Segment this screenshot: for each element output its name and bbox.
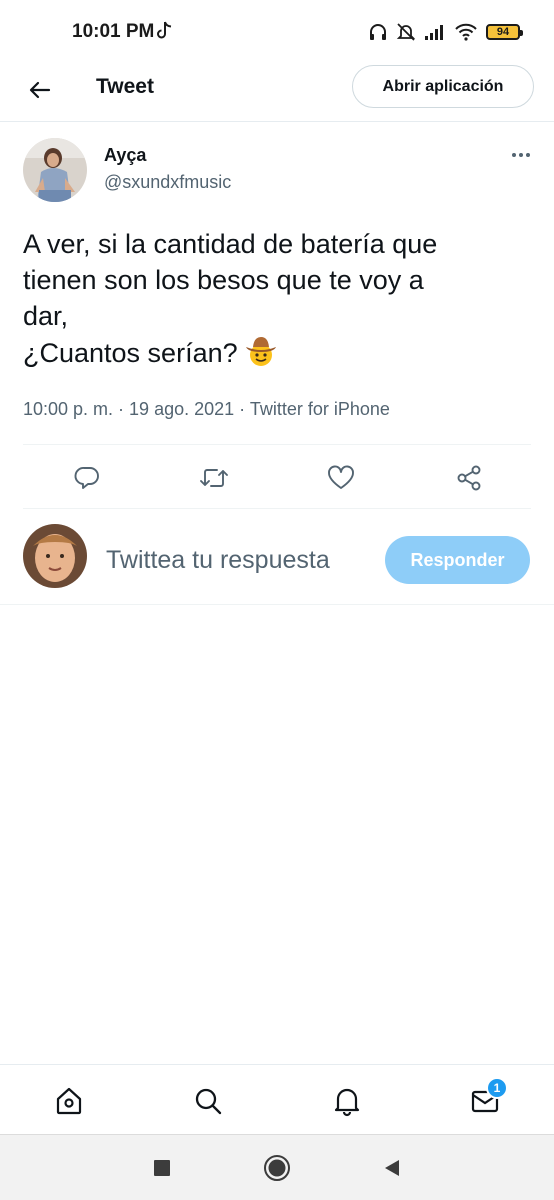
tweet-line: A ver, si la cantidad de batería que: [23, 229, 438, 259]
share-icon[interactable]: [454, 463, 484, 493]
author-handle[interactable]: @sxundxfmusic: [104, 172, 231, 193]
arrow-left-icon: [29, 81, 51, 99]
reply-input[interactable]: [106, 542, 368, 578]
retweet-icon[interactable]: [199, 463, 229, 493]
dot: [519, 153, 523, 157]
battery-level: 94: [496, 26, 510, 38]
status-time: 10:01 PM: [72, 21, 155, 42]
home-icon[interactable]: [51, 1083, 87, 1119]
home-circle-icon[interactable]: [262, 1153, 292, 1183]
tweet-line-last: ¿Cuantos serían?: [23, 334, 523, 371]
wifi-icon: [454, 23, 478, 41]
messages-badge: 1: [486, 1077, 508, 1099]
like-icon[interactable]: [326, 463, 356, 493]
headphones-icon: [368, 22, 388, 42]
android-nav-bar: [0, 1134, 554, 1200]
back-button[interactable]: [24, 74, 56, 106]
notifications-icon[interactable]: [329, 1083, 365, 1119]
top-app-bar: Tweet Abrir aplicación: [0, 62, 554, 122]
page-title: Tweet: [96, 75, 154, 98]
open-app-button[interactable]: Abrir aplicación: [352, 65, 534, 108]
more-options-icon[interactable]: [506, 145, 536, 165]
reply-button[interactable]: Responder: [385, 536, 530, 584]
signal-icon: [424, 23, 446, 41]
tweet-metadata: 10:00 p. m. · 19 ago. 2021 · Twitter for…: [23, 399, 390, 419]
divider: [0, 604, 554, 605]
cowboy-face-emoji: [244, 334, 278, 368]
tweet-line: tienen son los besos que te voy a: [23, 265, 424, 295]
dot: [526, 153, 530, 157]
author-avatar[interactable]: [23, 138, 87, 202]
bottom-tab-bar: 1: [0, 1064, 554, 1134]
user-avatar[interactable]: [23, 524, 87, 588]
reply-icon[interactable]: [72, 463, 102, 493]
tweet-line-text: ¿Cuantos serían?: [23, 338, 238, 368]
battery-icon: 94: [486, 24, 523, 40]
recents-icon[interactable]: [150, 1153, 174, 1183]
dot: [512, 153, 516, 157]
status-bar: 10:01 PM 94: [0, 0, 554, 62]
back-triangle-icon[interactable]: [380, 1153, 404, 1183]
author-name[interactable]: Ayça: [104, 145, 146, 166]
tiktok-icon: [156, 20, 174, 42]
tweet-actions: [0, 445, 554, 509]
status-icons: 94: [368, 20, 523, 44]
tweet-text: A ver, si la cantidad de batería que tie…: [23, 226, 523, 371]
search-icon[interactable]: [190, 1083, 226, 1119]
tweet-line: dar,: [23, 301, 69, 331]
divider: [23, 508, 531, 509]
bell-off-icon: [396, 22, 416, 42]
